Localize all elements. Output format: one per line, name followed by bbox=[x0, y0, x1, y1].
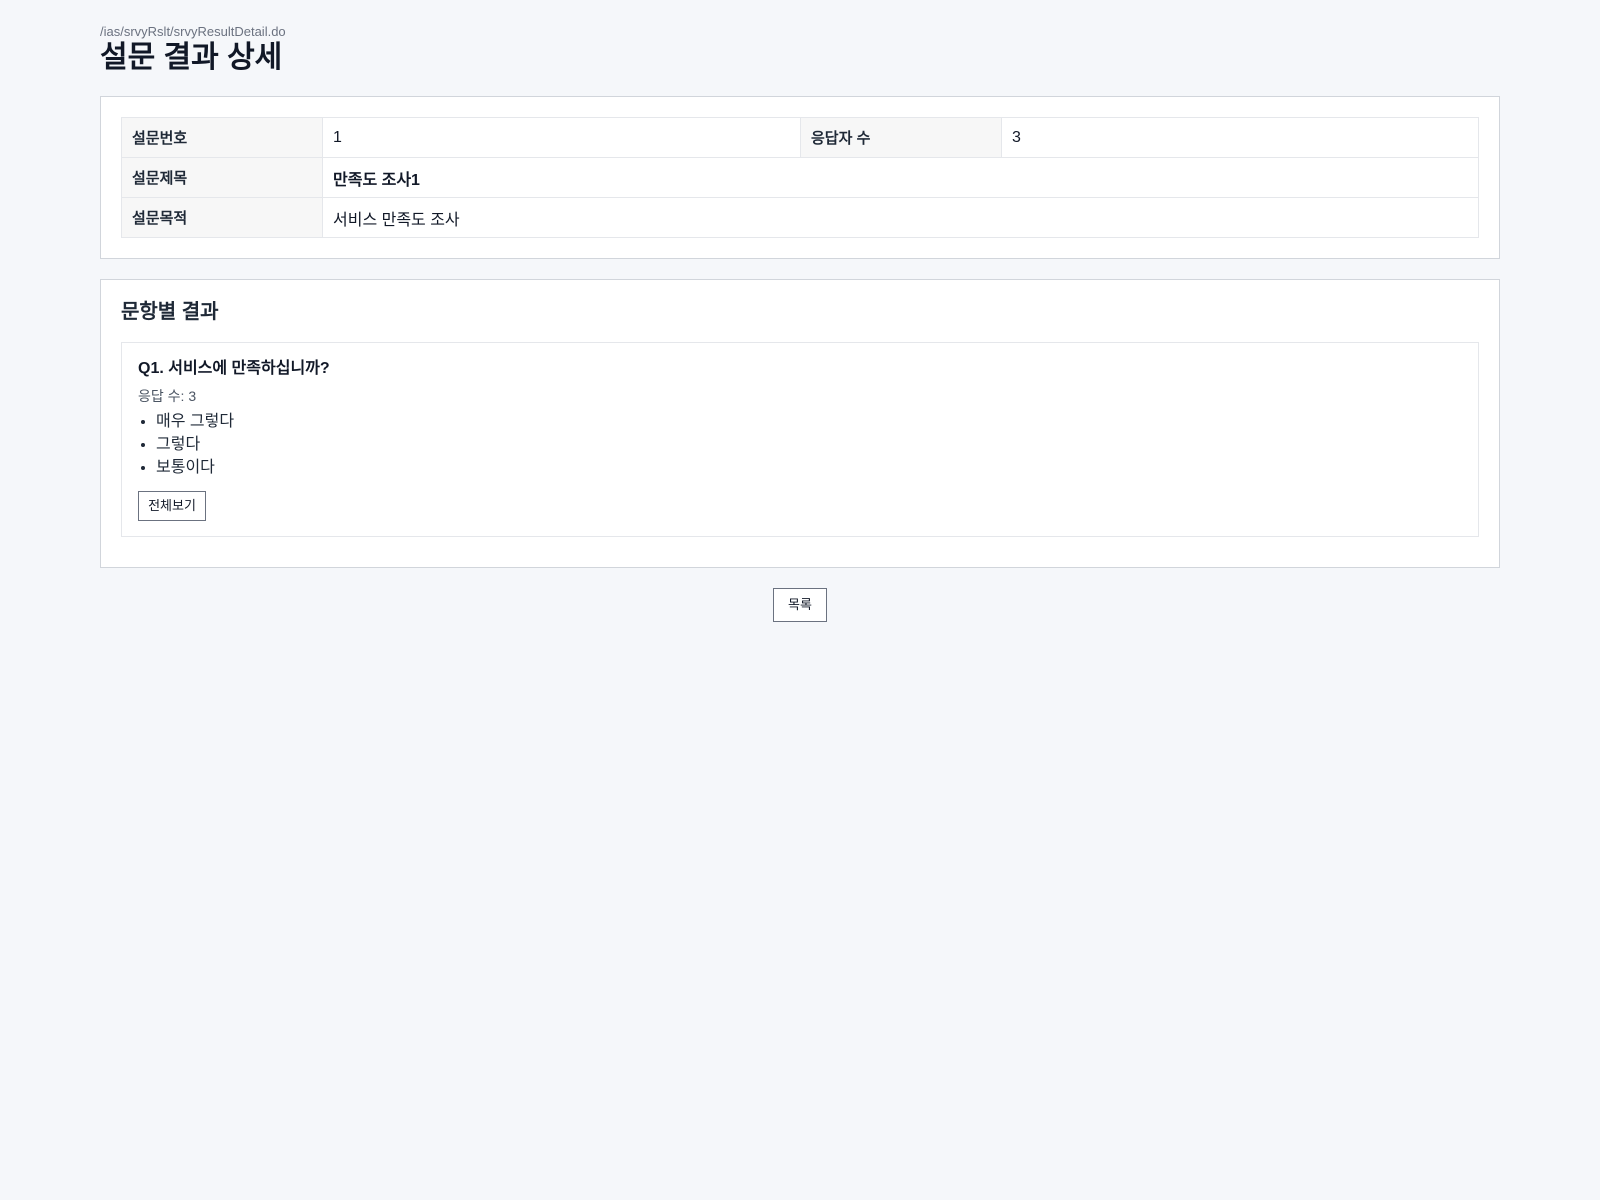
question-item: Q1. 서비스에 만족하십니까? 응답 수: 3 매우 그렇다 그렇다 보통이다… bbox=[121, 342, 1479, 537]
footer-actions: 목록 bbox=[100, 588, 1500, 622]
answer-count-value: 3 bbox=[188, 388, 197, 404]
respondents-label: 응답자 수 bbox=[800, 117, 1002, 158]
question-title: Q1. 서비스에 만족하십니까? bbox=[138, 360, 330, 377]
question-results-card: 문항별 결과 Q1. 서비스에 만족하십니까? 응답 수: 3 매우 그렇다 그… bbox=[100, 279, 1500, 568]
content-wrapper: /ias/srvyRslt/srvyResultDetail.do 설문 결과 … bbox=[100, 24, 1500, 622]
breadcrumb: /ias/srvyRslt/srvyResultDetail.do bbox=[100, 24, 286, 39]
table-row: 설문제목 만족도 조사1 bbox=[121, 157, 1479, 198]
survey-no-value: 1 bbox=[322, 117, 801, 158]
list-item: 매우 그렇다 bbox=[156, 410, 1462, 433]
survey-info-table: 설문번호 1 응답자 수 3 설문제목 만족도 조사1 설문목적 서비스 만족도… bbox=[121, 117, 1479, 238]
table-row: 설문번호 1 응답자 수 3 bbox=[121, 117, 1479, 158]
list-item: 보통이다 bbox=[156, 456, 1462, 479]
survey-title-label: 설문제목 bbox=[121, 157, 323, 198]
answer-list: 매우 그렇다 그렇다 보통이다 bbox=[138, 410, 1462, 479]
page-title: 설문 결과 상세 bbox=[100, 41, 283, 74]
survey-title-value: 만족도 조사1 bbox=[322, 157, 1479, 198]
survey-summary-card: 설문번호 1 응답자 수 3 설문제목 만족도 조사1 설문목적 서비스 만족도… bbox=[100, 96, 1500, 259]
respondents-value: 3 bbox=[1001, 117, 1479, 158]
page: /ias/srvyRslt/srvyResultDetail.do 설문 결과 … bbox=[0, 0, 1600, 1200]
survey-purpose-value: 서비스 만족도 조사 bbox=[322, 197, 1479, 238]
answer-count-label: 응답 수: bbox=[138, 388, 189, 404]
table-row: 설문목적 서비스 만족도 조사 bbox=[121, 197, 1479, 238]
list-item: 그렇다 bbox=[156, 433, 1462, 456]
survey-purpose-label: 설문목적 bbox=[121, 197, 323, 238]
list-button[interactable]: 목록 bbox=[773, 588, 827, 622]
section-title: 문항별 결과 bbox=[121, 301, 219, 323]
view-all-button[interactable]: 전체보기 bbox=[138, 491, 206, 521]
answer-count: 응답 수: 3 bbox=[138, 387, 1462, 405]
survey-no-label: 설문번호 bbox=[121, 117, 323, 158]
